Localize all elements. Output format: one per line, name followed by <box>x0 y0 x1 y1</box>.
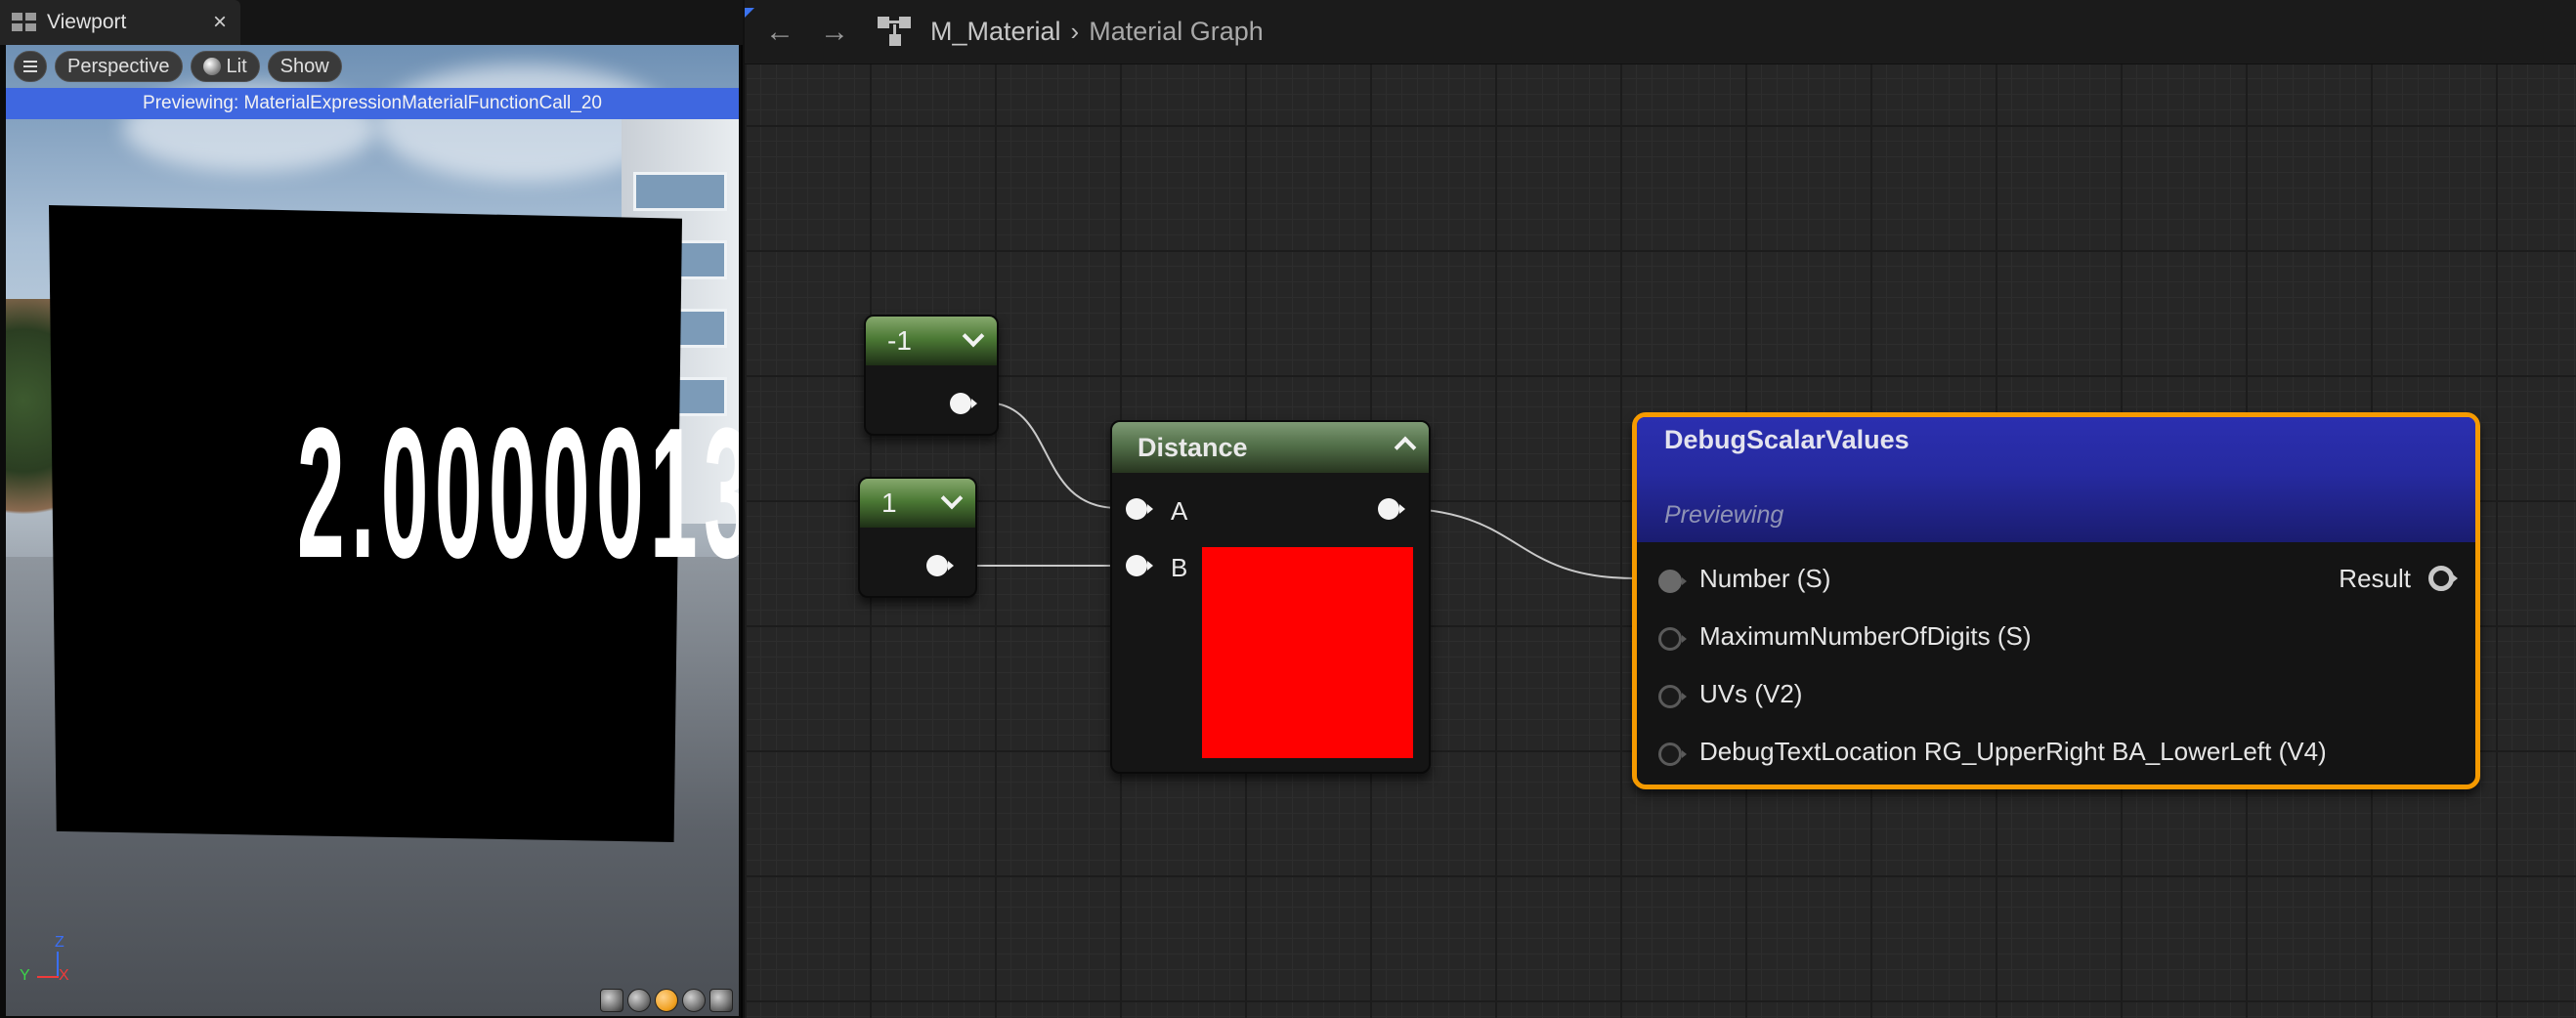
input-label-uvs: UVs (V2) <box>1699 679 1803 708</box>
plane-icon[interactable] <box>655 989 678 1012</box>
hamburger-icon <box>23 61 37 72</box>
input-label-max-digits: MaximumNumberOfDigits (S) <box>1699 621 2032 651</box>
input-pin-max-digits[interactable] <box>1658 627 1687 651</box>
viewport-menu-button[interactable] <box>14 51 47 82</box>
input-pin-number[interactable] <box>1658 570 1687 593</box>
chevron-down-icon[interactable] <box>940 487 964 510</box>
custom-mesh-icon[interactable] <box>709 989 733 1012</box>
close-icon[interactable]: × <box>213 9 227 36</box>
wire-const-a-to-distance-a <box>984 402 1119 509</box>
axis-z-label: Z <box>55 934 64 951</box>
viewport-tab[interactable]: Viewport × <box>0 0 240 45</box>
chevron-down-icon[interactable] <box>962 324 985 348</box>
input-pin-uvs[interactable] <box>1658 685 1687 708</box>
viewport-tab-bar: Viewport × <box>0 0 743 45</box>
back-arrow-icon[interactable]: ← <box>760 13 799 52</box>
breadcrumb-material[interactable]: M_Material <box>930 17 1061 47</box>
material-graph[interactable]: ← → M_Material › Material Graph -1 1 Dis… <box>745 0 2576 1018</box>
input-pin-text-location[interactable] <box>1658 742 1687 766</box>
viewport-tab-icon <box>12 13 37 32</box>
input-label-text-location: DebugTextLocation RG_UpperRight BA_Lower… <box>1699 737 2327 766</box>
constant-node-header[interactable]: -1 <box>866 317 997 365</box>
output-pin[interactable] <box>950 393 977 418</box>
output-pin-result[interactable] <box>2428 566 2458 591</box>
breadcrumb-graph[interactable]: Material Graph <box>1089 17 1264 47</box>
constant-node-header[interactable]: 1 <box>860 479 975 528</box>
viewport-tab-label: Viewport <box>47 11 127 33</box>
graph-icon <box>878 15 913 50</box>
distance-node[interactable]: Distance A B <box>1110 420 1431 774</box>
constant-value: 1 <box>881 488 897 518</box>
perspective-button[interactable]: Perspective <box>55 51 183 82</box>
pin-label-a: A <box>1171 496 1188 526</box>
debug-scalar-values-node[interactable]: DebugScalarValues Previewing Number (S) … <box>1632 412 2480 789</box>
input-pin-a[interactable] <box>1126 498 1153 524</box>
node-previewing-label: Previewing <box>1664 501 1784 529</box>
cylinder-icon[interactable] <box>600 989 623 1012</box>
pin-label-b: B <box>1171 553 1188 582</box>
distance-node-header[interactable]: Distance <box>1112 422 1429 473</box>
constant-value: -1 <box>887 325 912 356</box>
node-title: Distance <box>1138 432 1248 462</box>
node-preview-swatch <box>1202 547 1413 758</box>
lit-label: Lit <box>226 55 247 77</box>
axis-y-label: Y <box>20 967 30 984</box>
lit-sphere-icon <box>202 58 221 75</box>
graph-header: ← → M_Material › Material Graph <box>745 0 2576 64</box>
previewing-banner: Previewing: MaterialExpressionMaterialFu… <box>6 88 739 119</box>
output-label-result: Result <box>2339 564 2411 593</box>
axis-gizmo: Z X Y <box>16 928 74 987</box>
preview-shape-selector <box>600 989 733 1012</box>
output-pin[interactable] <box>926 555 954 580</box>
input-label-number: Number (S) <box>1699 564 1831 593</box>
forward-arrow-icon[interactable]: → <box>815 13 854 52</box>
output-pin[interactable] <box>1378 498 1405 524</box>
axis-x-label: X <box>59 967 69 984</box>
cube-icon[interactable] <box>682 989 706 1012</box>
preview-debug-value: 2.0000013 <box>297 401 739 586</box>
constant-node[interactable]: 1 <box>858 477 977 598</box>
sphere-icon[interactable] <box>627 989 651 1012</box>
constant-node[interactable]: -1 <box>864 315 999 436</box>
breadcrumb-separator: › <box>1070 17 1080 46</box>
chevron-up-icon[interactable] <box>1394 436 1417 459</box>
viewport-toolbar: Perspective Lit Show <box>6 45 739 88</box>
lit-button[interactable]: Lit <box>190 51 260 82</box>
input-pin-b[interactable] <box>1126 555 1153 580</box>
viewport-scene[interactable]: 2.0000013 Perspective Lit Show Previewin… <box>6 45 739 1016</box>
tab-corner-marker <box>745 8 754 18</box>
show-button[interactable]: Show <box>267 51 342 82</box>
viewport-panel: Viewport × 2.0000013 Perspective Lit Sho… <box>0 0 743 1018</box>
debug-node-header[interactable]: DebugScalarValues Previewing <box>1637 417 2475 542</box>
node-title: DebugScalarValues <box>1664 425 1910 454</box>
